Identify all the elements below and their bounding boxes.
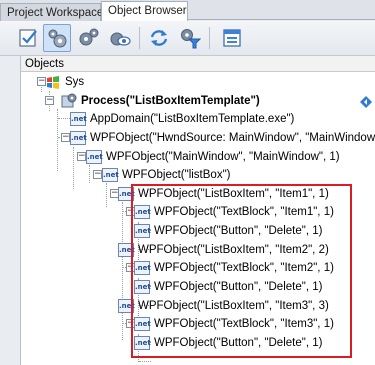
process-navigate-icon[interactable]	[360, 96, 372, 108]
net-icon: .net	[86, 150, 103, 164]
toolbar-separator	[209, 27, 210, 49]
tree-item-hwndsource[interactable]: .net WPFObject("HwndSource: MainWindow",…	[70, 129, 375, 147]
collapse-toggle[interactable]: −	[77, 152, 86, 161]
tree-item-mainwindow[interactable]: .net WPFObject("MainWindow", "MainWindow…	[86, 148, 340, 166]
toolbar-button-view[interactable]	[106, 24, 134, 52]
toolbar-button-window[interactable]	[218, 24, 246, 52]
filter-gear-icon	[181, 29, 201, 49]
toolbar-button-filter[interactable]	[176, 24, 204, 52]
sys-windows-icon	[47, 76, 59, 89]
tab-project-workspace[interactable]: Project Workspace	[0, 3, 103, 21]
collapse-toggle[interactable]: −	[45, 96, 54, 105]
net-icon: .net	[70, 131, 87, 145]
toolbar-button-show-checked[interactable]	[14, 24, 42, 52]
tree-item-label: Process("ListBoxItemTemplate")	[81, 95, 260, 107]
net-icon: .net	[70, 112, 87, 126]
tree-item-sys[interactable]: Sys	[45, 73, 84, 91]
highlight-box	[131, 184, 352, 358]
refresh-icon	[150, 30, 168, 46]
window-panel-icon	[223, 29, 241, 47]
net-icon: .net	[102, 168, 119, 182]
tree-item-appdomain[interactable]: .net AppDomain("ListBoxItemTemplate.exe"…	[70, 110, 294, 128]
toolbar-button-object-spy[interactable]	[43, 24, 71, 52]
tree-item-label: WPFObject("MainWindow", "MainWindow", 1)	[106, 151, 340, 163]
tab-bar: Project Workspace Object Browser	[0, 0, 375, 21]
tree-item-listbox[interactable]: .net WPFObject("listBox")	[102, 166, 230, 184]
tree-item-process[interactable]: Process("ListBoxItemTemplate")	[61, 92, 260, 110]
toolbar	[0, 21, 375, 56]
tree-item-label: WPFObject("HwndSource: MainWindow", "Mai…	[90, 132, 375, 144]
toolbar-separator	[139, 27, 140, 49]
checkbox-page-icon	[19, 29, 37, 47]
process-icon	[61, 93, 77, 108]
panel-header: Objects	[21, 56, 375, 72]
toolbar-button-refresh[interactable]	[145, 24, 173, 52]
toolbar-button-properties[interactable]	[75, 24, 103, 52]
tree-item-label: AppDomain("ListBoxItemTemplate.exe")	[90, 113, 295, 125]
collapse-toggle[interactable]: −	[61, 133, 70, 142]
tree-item-label: Sys	[65, 76, 85, 88]
view-eye-icon	[110, 32, 131, 46]
collapse-toggle[interactable]: −	[93, 170, 102, 179]
tree-item-label: WPFObject("listBox")	[122, 169, 231, 181]
object-spy-gears-icon	[48, 29, 67, 48]
gears-icon	[79, 28, 99, 46]
tab-object-browser[interactable]: Object Browser	[101, 1, 188, 21]
